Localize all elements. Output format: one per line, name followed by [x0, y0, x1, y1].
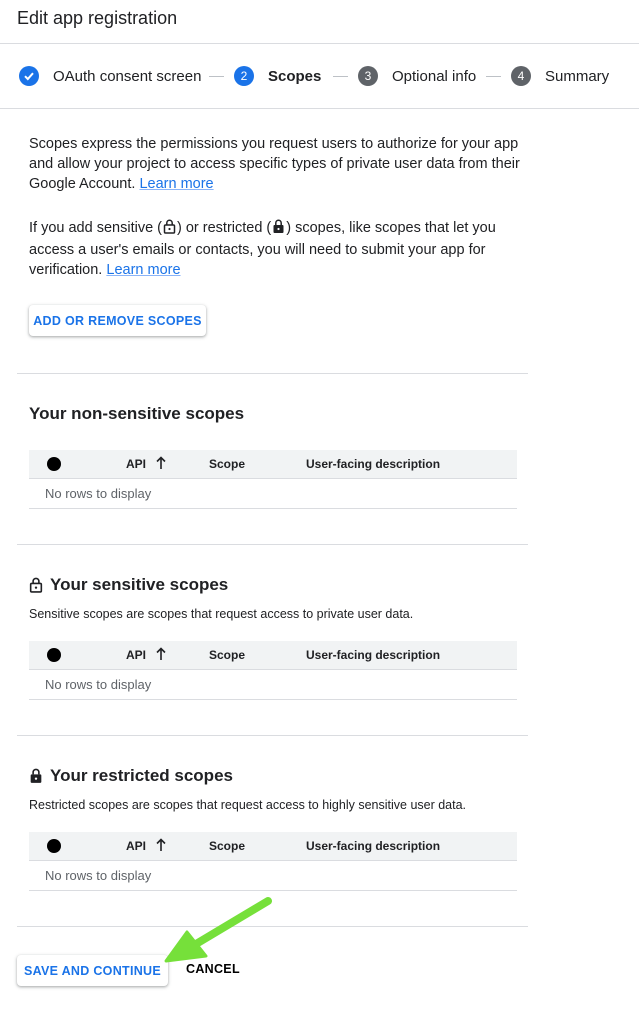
column-api[interactable]: API [126, 648, 146, 662]
add-remove-scopes-button[interactable]: ADD OR REMOVE SCOPES [29, 305, 206, 336]
step-oauth-consent[interactable]: OAuth consent screen [19, 64, 201, 88]
step-label: Scopes [268, 67, 322, 85]
arrow-up-icon[interactable] [156, 838, 166, 855]
empty-text: No rows to display [45, 677, 152, 692]
step-label: OAuth consent screen [53, 67, 202, 85]
learn-more-link[interactable]: Learn more [106, 262, 180, 278]
column-description[interactable]: User-facing description [306, 839, 440, 853]
table-empty-row: No rows to display [29, 669, 517, 700]
table-header: API Scope User-facing description [29, 450, 517, 479]
select-all-checkbox[interactable] [47, 457, 61, 471]
page-title: Edit app registration [17, 8, 178, 28]
check-circle-icon [19, 66, 39, 86]
section-subtitle-restricted: Restricted scopes are scopes that reques… [29, 798, 467, 812]
learn-more-link[interactable]: Learn more [139, 176, 213, 192]
section-title-restricted: Your restricted scopes [29, 766, 233, 786]
section-subtitle-sensitive: Sensitive scopes are scopes that request… [29, 607, 414, 621]
note-text-b: ) or restricted ( [177, 220, 272, 236]
section-title-text: Your restricted scopes [50, 766, 233, 785]
arrow-up-icon[interactable] [156, 647, 166, 664]
lock-icon [29, 768, 43, 784]
section-title-non-sensitive: Your non-sensitive scopes [29, 404, 245, 423]
column-api[interactable]: API [126, 839, 146, 853]
note-text-a: If you add sensitive ( [29, 220, 162, 236]
section-title-text: Your sensitive scopes [50, 575, 229, 594]
column-description[interactable]: User-facing description [306, 457, 440, 471]
step-number: 4 [511, 66, 531, 86]
step-number: 2 [234, 66, 254, 86]
divider [17, 735, 528, 736]
step-connector [209, 76, 224, 77]
lock-open-icon [29, 577, 43, 593]
table-header: API Scope User-facing description [29, 641, 517, 670]
step-label: Optional info [392, 67, 477, 85]
column-api[interactable]: API [126, 457, 146, 471]
cancel-button[interactable]: CANCEL [186, 962, 240, 976]
step-number: 3 [358, 66, 378, 86]
stepper: OAuth consent screen 2 Scopes 3 Optional… [0, 44, 639, 109]
select-all-checkbox[interactable] [47, 648, 61, 662]
section-title-sensitive: Your sensitive scopes [29, 575, 228, 595]
column-scope[interactable]: Scope [209, 457, 245, 471]
lock-icon [272, 219, 285, 240]
column-description[interactable]: User-facing description [306, 648, 440, 662]
step-optional-info[interactable]: 3 Optional info [358, 64, 476, 88]
divider [17, 926, 528, 927]
sensitive-note-paragraph: If you add sensitive () or restricted ()… [29, 218, 524, 280]
intro-paragraph: Scopes express the permissions you reque… [29, 134, 524, 194]
step-connector [486, 76, 501, 77]
divider [17, 373, 528, 374]
empty-text: No rows to display [45, 868, 152, 883]
lock-open-icon [163, 219, 176, 240]
save-and-continue-button[interactable]: SAVE AND CONTINUE [17, 955, 168, 986]
intro-text: Scopes express the permissions you reque… [29, 136, 520, 192]
column-scope[interactable]: Scope [209, 839, 245, 853]
table-empty-row: No rows to display [29, 478, 517, 509]
select-all-checkbox[interactable] [47, 839, 61, 853]
table-empty-row: No rows to display [29, 860, 517, 891]
step-summary[interactable]: 4 Summary [511, 64, 609, 88]
page-header: Edit app registration [0, 0, 639, 44]
divider [17, 544, 528, 545]
step-connector [333, 76, 348, 77]
arrow-up-icon[interactable] [156, 456, 166, 473]
step-scopes[interactable]: 2 Scopes [234, 64, 321, 88]
table-header: API Scope User-facing description [29, 832, 517, 861]
empty-text: No rows to display [45, 486, 152, 501]
step-label: Summary [545, 67, 610, 85]
column-scope[interactable]: Scope [209, 648, 245, 662]
